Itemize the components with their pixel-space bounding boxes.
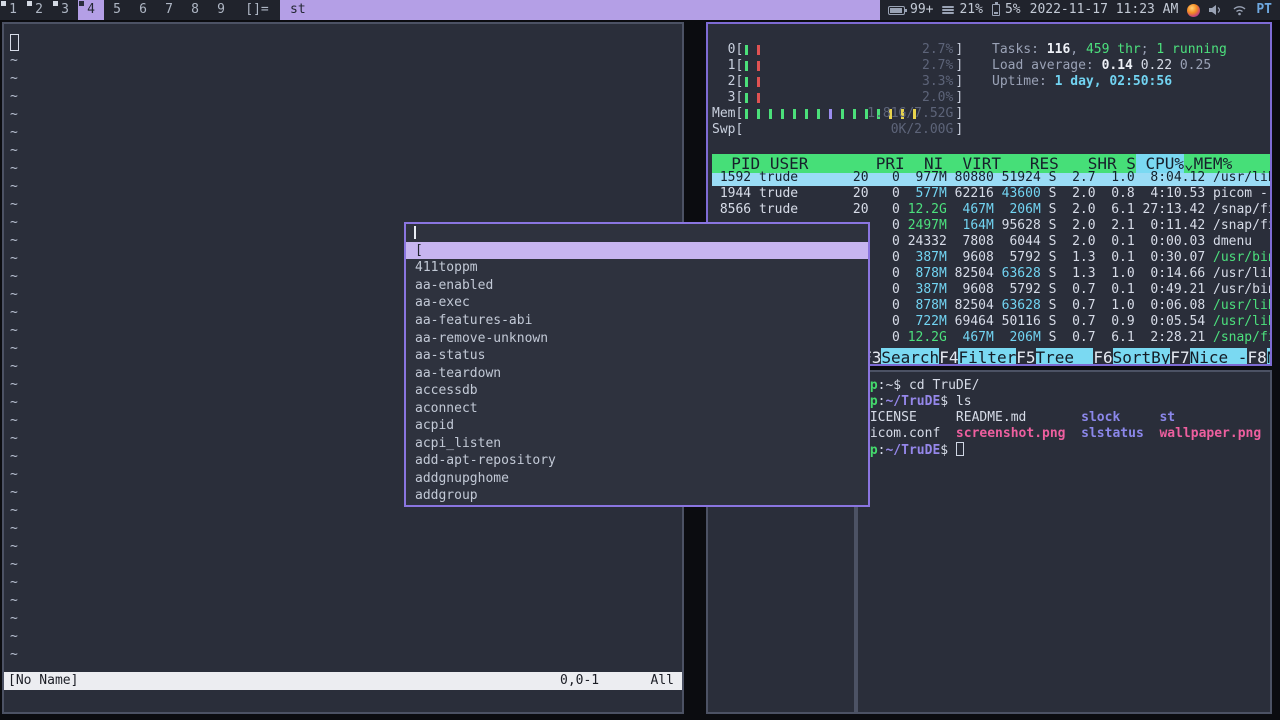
cpu-meter-3: 3[2.0%] [712, 90, 964, 105]
workspace-tag-2[interactable]: 2 [26, 0, 52, 20]
dmenu-item[interactable]: aa-features-abi [406, 312, 868, 330]
vim-tilde: ~ [10, 557, 18, 572]
htop-process-row[interactable]: 1592 trude 20 0 977M 80880 51924 S 2.7 1… [712, 170, 1270, 186]
battery-icon [888, 5, 907, 15]
dmenu-item[interactable]: accessdb [406, 382, 868, 400]
vim-tilde: ~ [10, 611, 18, 626]
charge-module: 5% [991, 0, 1021, 20]
layout-symbol[interactable]: []= [234, 0, 280, 20]
vim-tilde: ~ [10, 53, 18, 68]
terminal-line: op:~/TruDE$ [862, 442, 1270, 458]
keyboard-layout[interactable]: PT [1256, 0, 1272, 20]
vim-tilde: ~ [10, 575, 18, 590]
tag-client-indicator [1, 1, 6, 6]
vim-tilde: ~ [10, 539, 18, 554]
vim-cursor [10, 34, 19, 51]
vim-tilde: ~ [10, 89, 18, 104]
vim-tilde: ~ [10, 197, 18, 212]
vim-tilde: ~ [10, 107, 18, 122]
tag-client-indicator [53, 1, 58, 6]
vim-ruler: 0,0-1 [560, 673, 600, 688]
storage-value: 21% [959, 2, 983, 17]
datetime: 2022-11-17 11:23 AM [1029, 2, 1179, 17]
dmenu-input[interactable] [406, 224, 868, 242]
status-bar: 123456789 []= st 99+ 21% 5% 2022-11-17 1… [0, 0, 1280, 20]
battery-value: 99+ [910, 2, 934, 17]
speaker-icon[interactable] [1209, 4, 1223, 16]
vim-tilde: ~ [10, 71, 18, 86]
shell-terminal-window[interactable]: op:~$ cd TruDE/op:~/TruDE$ lsLICENSE REA… [856, 370, 1272, 714]
storage-icon [942, 6, 955, 14]
workspace-tag-5[interactable]: 5 [104, 0, 130, 20]
vim-file-name: [No Name] [8, 673, 79, 688]
workspace-tag-8[interactable]: 8 [182, 0, 208, 20]
workspace-tag-6[interactable]: 6 [130, 0, 156, 20]
wifi-icon[interactable] [1232, 4, 1247, 16]
tag-client-indicator [27, 1, 32, 6]
dmenu-item[interactable]: acpid [406, 417, 868, 435]
dmenu-item[interactable]: aconnect [406, 399, 868, 417]
window-title: st [280, 0, 880, 20]
dmenu-selected-item[interactable]: [ [406, 241, 868, 260]
dmenu-item-list: 411toppm aa-enabled aa-exec aa-features-abi… [406, 259, 868, 505]
dmenu-item[interactable]: aa-enabled [406, 277, 868, 295]
htop-table-header[interactable]: PID USER PRI NI VIRT RES SHR S CPU%⌄MEM%… [712, 154, 1270, 173]
workspace-tags: 123456789 [0, 0, 234, 20]
status-modules: 99+ 21% 5% 2022-11-17 11:23 AM PT [880, 0, 1280, 20]
charge-icon [991, 2, 1000, 16]
workspace-tag-3[interactable]: 3 [52, 0, 78, 20]
dmenu-item[interactable]: aa-teardown [406, 364, 868, 382]
vim-statusline: [No Name] 0,0-1 All [4, 672, 682, 690]
dmenu-item[interactable]: add-apt-repository [406, 452, 868, 470]
dmenu-item[interactable]: 411toppm [406, 259, 868, 277]
vim-tilde: ~ [10, 125, 18, 140]
dmenu-item[interactable]: aa-exec [406, 294, 868, 312]
terminal-line: picom.conf screenshot.png slstatus wallp… [862, 426, 1262, 441]
desktop: 123456789 []= st 99+ 21% 5% 2022-11-17 1… [0, 0, 1280, 720]
vim-tilde: ~ [10, 521, 18, 536]
vim-tilde: ~ [10, 629, 18, 644]
workspace-tag-9[interactable]: 9 [208, 0, 234, 20]
terminal-line: op:~$ cd TruDE/ [862, 378, 980, 393]
dmenu-item[interactable]: acpi_listen [406, 435, 868, 453]
shell-output: op:~$ cd TruDE/op:~/TruDE$ lsLICENSE REA… [858, 372, 1270, 712]
dmenu-item[interactable]: addgroup [406, 487, 868, 505]
dmenu-popup[interactable]: [ 411toppm aa-enabled aa-exec aa-features-a… [404, 222, 870, 507]
dmenu-item[interactable]: addgnupghome [406, 470, 868, 488]
vim-tilde: ~ [10, 647, 18, 662]
vim-tilde: ~ [10, 161, 18, 176]
tag-client-indicator [79, 1, 84, 6]
firefox-tray-icon[interactable] [1187, 3, 1201, 17]
vim-scroll-position: All [650, 673, 674, 688]
storage-module: 21% [942, 0, 983, 20]
vim-tilde: ~ [10, 179, 18, 194]
memory-meter: Mem[1.81G/7.52G] [712, 106, 964, 121]
vim-cursor-line [10, 34, 682, 52]
workspace-tag-1[interactable]: 1 [0, 0, 26, 20]
vim-tilde: ~ [10, 143, 18, 158]
swap-meter: Swp[0K/2.00G] [712, 122, 964, 137]
htop-summary: Tasks: 116, 459 thr; 1 running Load avera… [992, 42, 1227, 89]
dmenu-item[interactable]: aa-status [406, 347, 868, 365]
battery-module: 99+ [888, 0, 933, 20]
dmenu-cursor [414, 226, 416, 240]
terminal-line: LICENSE README.md slock st [862, 410, 1176, 425]
terminal-cursor [955, 442, 964, 456]
htop-process-row[interactable]: 1944 trude 20 0 577M 62216 43600 S 2.0 0… [712, 186, 1270, 202]
workspace-tag-4[interactable]: 4 [78, 0, 104, 20]
vim-tilde: ~ [10, 593, 18, 608]
htop-process-row[interactable]: 8566 trude 20 0 12.2G 467M 206M S 2.0 6.… [712, 202, 1270, 218]
workspace-tag-7[interactable]: 7 [156, 0, 182, 20]
terminal-line: op:~/TruDE$ ls [862, 394, 972, 409]
dmenu-item[interactable]: aa-remove-unknown [406, 329, 868, 347]
charge-value: 5% [1004, 2, 1021, 17]
